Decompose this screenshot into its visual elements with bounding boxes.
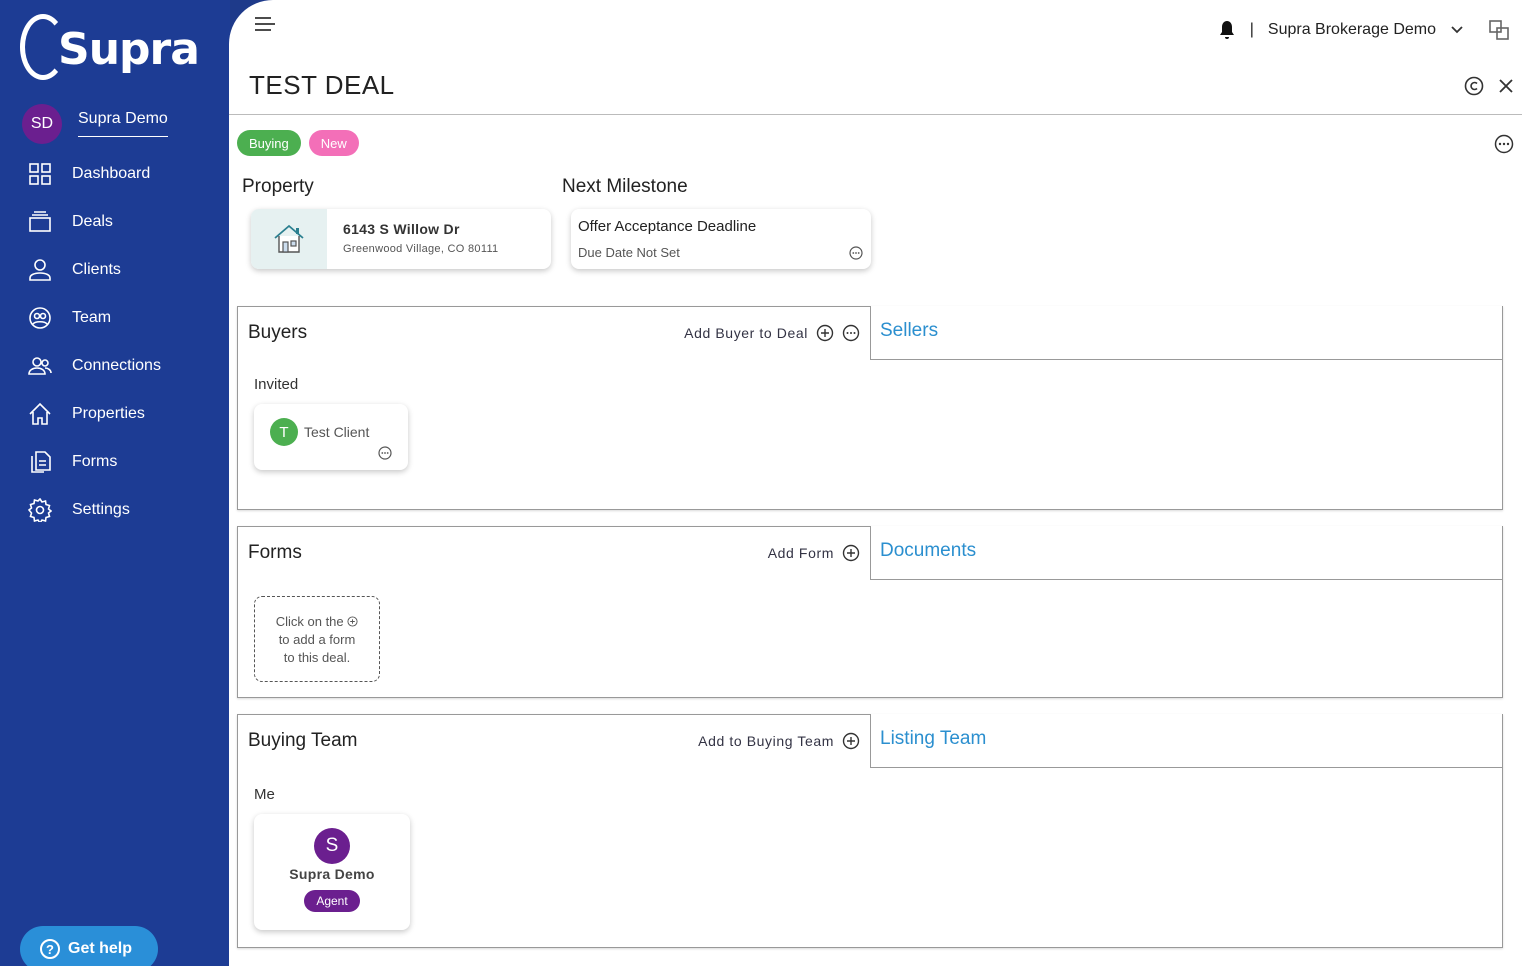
get-help-button[interactable]: ? Get help [20,926,158,966]
bell-icon[interactable] [1218,20,1236,40]
org-selector-label[interactable]: Supra Brokerage Demo [1268,21,1436,39]
invited-label: Invited [254,376,299,393]
team-member-name: Supra Demo [289,866,375,882]
title-actions [1464,76,1514,96]
logo-text: Supra [58,24,200,75]
sidebar-item-deals[interactable]: Deals [0,198,230,246]
status-badge-buying: Buying [237,130,301,156]
forms-icon [31,451,51,473]
chevron-down-icon[interactable] [1450,25,1464,35]
properties-icon [29,402,51,425]
add-form-hint: Click on the to add a form to this deal. [254,596,380,682]
add-buyer-button[interactable]: Add Buyer to Deal [684,325,808,341]
team-actions: Add to Buying Team [698,732,860,750]
topbar-right: | Supra Brokerage Demo [1218,18,1510,42]
question-icon: ? [40,939,60,959]
add-circle-icon [347,616,358,627]
more-options-icon[interactable] [1494,134,1514,154]
tab-buying-team[interactable]: Buying Team Add to Buying Team [237,714,871,768]
role-badge: Agent [304,890,360,912]
milestone-section-label: Next Milestone [562,176,688,197]
add-circle-icon[interactable] [842,732,860,750]
sidebar-item-forms[interactable]: Forms [0,438,230,486]
forms-actions: Add Form [768,544,860,562]
sidebar-item-label: Settings [72,501,130,518]
sidebar-item-dashboard[interactable]: Dashboard [0,150,230,198]
sidebar-nav: Dashboard Deals Clients Team Connections… [0,150,230,534]
avatar: T [270,418,298,446]
close-icon[interactable] [1498,78,1514,94]
property-city: Greenwood Village, CO 80111 [343,243,499,255]
buyers-panel: Buyers Add Buyer to Deal Sellers Invited… [237,306,1503,510]
page-title: TEST DEAL [249,70,395,100]
sidebar-item-label: Properties [72,405,145,422]
connections-icon [28,357,52,375]
tab-forms[interactable]: Forms Add Form [237,526,871,580]
property-address: 6143 S Willow Dr [343,221,460,237]
property-card[interactable]: 6143 S Willow Dr Greenwood Village, CO 8… [251,209,551,269]
sidebar: Supra SD Supra Demo Dashboard Deals Clie… [0,0,230,966]
main-content: | Supra Brokerage Demo TEST DEAL Buying … [229,0,1522,966]
tab-label: Buyers [248,322,308,343]
sidebar-item-label: Deals [72,213,113,230]
buyers-actions: Add Buyer to Deal [684,324,860,342]
deal-badges: Buying New [237,130,359,156]
add-team-member-button[interactable]: Add to Buying Team [698,733,834,749]
sidebar-item-settings[interactable]: Settings [0,486,230,534]
avatar: S [314,828,350,864]
client-name: Test Client [304,424,370,440]
client-card[interactable]: T Test Client [254,404,408,470]
status-badge-new: New [308,130,359,156]
add-circle-icon[interactable] [816,324,834,342]
more-options-icon[interactable] [378,446,392,460]
deals-icon [29,211,51,232]
more-options-icon[interactable] [842,324,860,342]
supra-logo[interactable]: Supra [20,12,200,82]
hint-text: Click on the [275,614,344,629]
tab-label: Buying Team [248,730,358,751]
user-profile[interactable]: SD Supra Demo [22,104,212,144]
copyright-icon[interactable] [1464,76,1484,96]
divider [229,114,1522,115]
sidebar-item-clients[interactable]: Clients [0,246,230,294]
sidebar-item-properties[interactable]: Properties [0,390,230,438]
team-icon [29,307,51,329]
house-icon [274,224,304,253]
tab-label: Forms [248,542,302,563]
more-options-icon[interactable] [849,246,863,260]
sidebar-item-label: Connections [72,357,161,374]
switch-window-icon[interactable] [1488,19,1510,41]
avatar: SD [22,104,62,144]
get-help-label: Get help [68,940,133,957]
sidebar-item-team[interactable]: Team [0,294,230,342]
sidebar-item-label: Dashboard [72,165,151,182]
forms-panel: Forms Add Form Documents Click on the to… [237,526,1503,698]
milestone-due-date: Due Date Not Set [578,245,680,260]
topbar-separator: | [1249,21,1254,38]
user-name: Supra Demo [78,110,168,137]
sidebar-item-label: Clients [72,261,121,278]
tab-buyers[interactable]: Buyers Add Buyer to Deal [237,306,871,360]
property-thumbnail [251,209,327,269]
clients-icon [29,259,51,281]
add-form-button[interactable]: Add Form [768,545,834,561]
property-section-label: Property [242,176,314,197]
team-member-card[interactable]: S Supra Demo Agent [254,814,410,930]
sidebar-item-label: Team [72,309,112,326]
settings-icon [28,498,52,522]
sidebar-item-label: Forms [72,453,118,470]
hint-line: to add a form [278,632,356,647]
dashboard-icon [29,163,51,185]
hint-line: to this deal. [283,650,351,665]
milestone-card[interactable]: Offer Acceptance Deadline Due Date Not S… [571,209,871,269]
me-label: Me [254,786,275,803]
sidebar-item-connections[interactable]: Connections [0,342,230,390]
add-circle-icon[interactable] [842,544,860,562]
team-panel: Buying Team Add to Buying Team Listing T… [237,714,1503,948]
milestone-name: Offer Acceptance Deadline [578,218,757,235]
hint-line: Click on the [255,613,379,631]
menu-icon[interactable] [253,16,275,32]
